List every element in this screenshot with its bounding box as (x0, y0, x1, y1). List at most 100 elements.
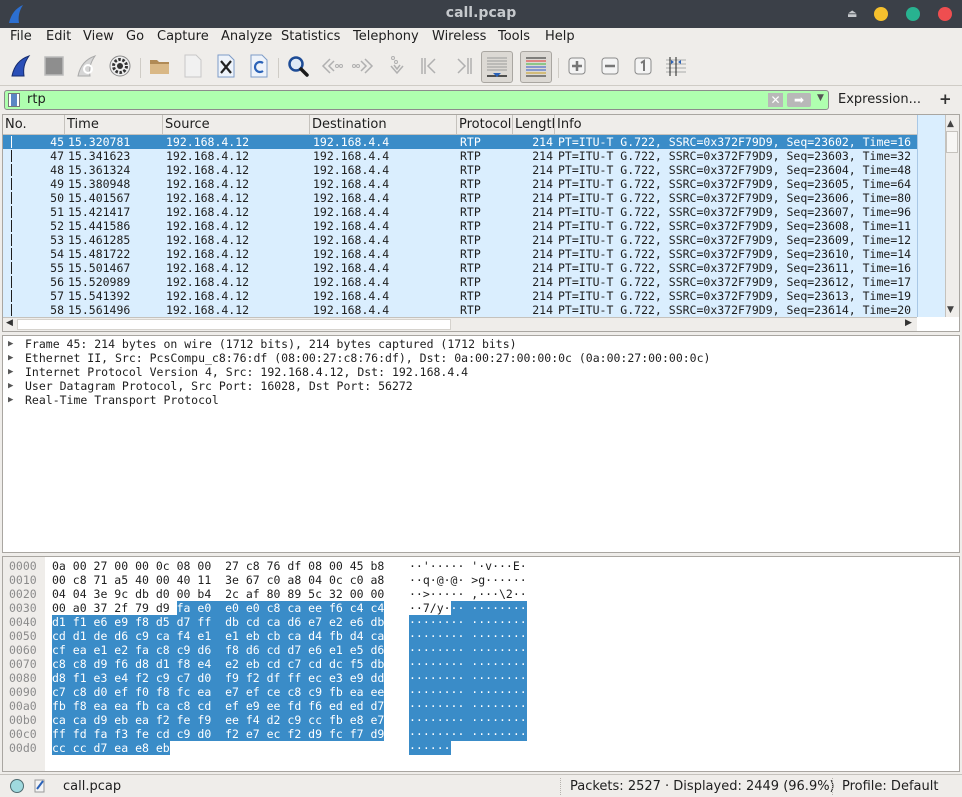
save-file-button[interactable] (179, 52, 207, 80)
ascii-bytes[interactable]: ··q·@·@· >g······ (409, 573, 527, 587)
byte-row[interactable]: 0040 d1 f1 e6 e9 f8 d5 d7 ff db cd ca d6 … (3, 615, 703, 629)
packet-row[interactable]: 50 15.401567 192.168.4.12 192.168.4.4 RTP 214… (3, 191, 917, 205)
byte-row[interactable]: 0020 04 04 3e 9c db d0 00 b4 2c af 80 89 … (3, 587, 703, 601)
normal-size-button[interactable] (629, 52, 657, 80)
packet-list-vertical-scrollbar[interactable]: ▲ ▼ (917, 115, 959, 317)
close-button[interactable] (938, 7, 952, 21)
minimize-button[interactable] (874, 7, 888, 21)
expand-arrow-icon[interactable]: ▶ (8, 337, 13, 351)
go-first-packet-button[interactable] (416, 52, 444, 80)
hex-bytes[interactable]: d1 f1 e6 e9 f8 d5 d7 ff db cd ca d6 e7 e… (52, 615, 385, 629)
display-filter-input[interactable]: rtp ✕ ➡ ▼ (4, 90, 829, 110)
packet-row[interactable]: 57 15.541392 192.168.4.12 192.168.4.4 RTP 214… (3, 289, 917, 303)
restart-capture-button[interactable] (73, 52, 101, 80)
close-file-button[interactable] (212, 52, 240, 80)
reload-file-button[interactable] (245, 52, 273, 80)
hex-bytes[interactable]: 00 a0 37 2f 79 d9 fa e0 e0 e0 c8 ca ee f… (52, 601, 385, 615)
menu-analyze[interactable]: Analyze (221, 29, 272, 44)
maximize-button[interactable] (906, 7, 920, 21)
resize-columns-button[interactable] (662, 52, 690, 80)
hex-bytes[interactable]: c7 c8 d0 ef f0 f8 fc ea e7 ef ce c8 c9 f… (52, 685, 385, 699)
zoom-out-button[interactable] (596, 52, 624, 80)
add-filter-button[interactable]: + (939, 90, 952, 108)
ascii-bytes[interactable]: ··7/y··· ········ (409, 601, 527, 615)
packet-row[interactable]: 45 15.320781 192.168.4.12 192.168.4.4 RTP 214… (3, 135, 917, 149)
ascii-bytes[interactable]: ········ ········ (409, 713, 527, 727)
horizontal-scrollbar-thumb[interactable] (17, 319, 451, 330)
byte-row[interactable]: 0070 c8 c8 d9 f6 d8 d1 f8 e4 e2 eb cd c7 … (3, 657, 703, 671)
zoom-in-button[interactable] (563, 52, 591, 80)
expand-arrow-icon[interactable]: ▶ (8, 379, 13, 393)
column-info[interactable]: Info (555, 115, 917, 135)
hex-bytes[interactable]: ff fd fa f3 fe cd c9 d0 f2 e7 ec f2 d9 f… (52, 727, 385, 741)
menu-tools[interactable]: Tools (498, 29, 530, 44)
packet-list-horizontal-scrollbar[interactable]: ◀ ▶ (3, 317, 917, 331)
menu-help[interactable]: Help (545, 29, 575, 44)
byte-row[interactable]: 00d0 cc cc d7 ea e8 eb ······ (3, 741, 703, 755)
colorize-button[interactable] (520, 51, 552, 83)
byte-row[interactable]: 00c0 ff fd fa f3 fe cd c9 d0 f2 e7 ec f2 … (3, 727, 703, 741)
menu-file[interactable]: File (10, 29, 32, 44)
expression-button[interactable]: Expression... (838, 92, 921, 107)
start-capture-button[interactable] (7, 52, 35, 80)
byte-row[interactable]: 0000 0a 00 27 00 00 0c 08 00 27 c8 76 df … (3, 559, 703, 573)
byte-row[interactable]: 00a0 fb f8 ea ea fb ca c8 cd ef e9 ee fd … (3, 699, 703, 713)
hex-bytes[interactable]: ca ca d9 eb ea f2 fe f9 ee f4 d2 c9 cc f… (52, 713, 385, 727)
column-protocol[interactable]: Protocol (457, 115, 513, 135)
go-to-packet-button[interactable] (383, 52, 411, 80)
menu-telephony[interactable]: Telephony (353, 29, 419, 44)
menu-go[interactable]: Go (126, 29, 144, 44)
hex-bytes[interactable]: fb f8 ea ea fb ca c8 cd ef e9 ee fd f6 e… (52, 699, 385, 713)
find-packet-button[interactable] (284, 52, 312, 80)
scrollbar-thumb[interactable] (946, 131, 958, 153)
expand-arrow-icon[interactable]: ▶ (8, 351, 13, 365)
stop-capture-button[interactable] (40, 52, 68, 80)
column-destination[interactable]: Destination (310, 115, 457, 135)
display-filter-value[interactable]: rtp (27, 92, 46, 107)
hex-bytes[interactable]: 0a 00 27 00 00 0c 08 00 27 c8 76 df 08 0… (52, 559, 384, 573)
byte-row[interactable]: 0010 00 c8 71 a5 40 00 40 11 3e 67 c0 a8 … (3, 573, 703, 587)
packet-row[interactable]: 54 15.481722 192.168.4.12 192.168.4.4 RTP 214… (3, 247, 917, 261)
capture-options-button[interactable] (106, 52, 134, 80)
column-length[interactable]: Length (513, 115, 555, 135)
column-time[interactable]: Time (65, 115, 163, 135)
hex-bytes[interactable]: cc cc d7 ea e8 eb (52, 741, 170, 755)
menu-capture[interactable]: Capture (157, 29, 209, 44)
hex-bytes[interactable]: 00 c8 71 a5 40 00 40 11 3e 67 c0 a8 04 0… (52, 573, 384, 587)
expand-arrow-icon[interactable]: ▶ (8, 393, 13, 407)
byte-row[interactable]: 0030 00 a0 37 2f 79 d9 fa e0 e0 e0 c8 ca … (3, 601, 703, 615)
menu-view[interactable]: View (83, 29, 114, 44)
byte-row[interactable]: 0080 d8 f1 e3 e4 f2 c9 c7 d0 f9 f2 df ff … (3, 671, 703, 685)
capture-comment-icon[interactable] (34, 778, 46, 793)
scroll-up-arrow-icon[interactable]: ▲ (947, 119, 954, 129)
column-no[interactable]: No. (3, 115, 65, 135)
bookmark-icon[interactable] (8, 93, 20, 107)
byte-row[interactable]: 00b0 ca ca d9 eb ea f2 fe f9 ee f4 d2 c9 … (3, 713, 703, 727)
ascii-bytes[interactable]: ··'····· '·v···E· (409, 559, 527, 573)
go-forward-button[interactable] (350, 52, 378, 80)
menu-wireless[interactable]: Wireless (432, 29, 486, 44)
expert-info-led-icon[interactable] (10, 779, 24, 793)
status-profile[interactable]: Profile: Default (842, 779, 938, 794)
expand-arrow-icon[interactable]: ▶ (8, 365, 13, 379)
byte-row[interactable]: 0060 cf ea e1 e2 fa c8 c9 d6 f8 d6 cd d7 … (3, 643, 703, 657)
packet-row[interactable]: 49 15.380948 192.168.4.12 192.168.4.4 RTP 214… (3, 177, 917, 191)
packet-row[interactable]: 52 15.441586 192.168.4.12 192.168.4.4 RTP 214… (3, 219, 917, 233)
hex-bytes[interactable]: 04 04 3e 9c db d0 00 b4 2c af 80 89 5c 3… (52, 587, 384, 601)
ascii-bytes[interactable]: ········ ········ (409, 685, 527, 699)
packet-row[interactable]: 58 15.561496 192.168.4.12 192.168.4.4 RTP 214… (3, 303, 917, 317)
byte-row[interactable]: 0050 cd d1 de d6 c9 ca f4 e1 e1 eb cb ca … (3, 629, 703, 643)
go-last-packet-button[interactable] (449, 52, 477, 80)
go-back-button[interactable] (317, 52, 345, 80)
ascii-bytes[interactable]: ········ ········ (409, 629, 527, 643)
hex-bytes[interactable]: d8 f1 e3 e4 f2 c9 c7 d0 f9 f2 df ff ec e… (52, 671, 385, 685)
ascii-bytes[interactable]: ········ ········ (409, 727, 527, 741)
ascii-bytes[interactable]: ········ ········ (409, 657, 527, 671)
packet-row[interactable]: 51 15.421417 192.168.4.12 192.168.4.4 RTP 214… (3, 205, 917, 219)
column-source[interactable]: Source (163, 115, 310, 135)
byte-row[interactable]: 0090 c7 c8 d0 ef f0 f8 fc ea e7 ef ce c8 … (3, 685, 703, 699)
packet-row[interactable]: 48 15.361324 192.168.4.12 192.168.4.4 RTP 214… (3, 163, 917, 177)
clear-filter-icon[interactable]: ✕ (768, 93, 783, 107)
shade-icon[interactable]: ⏏ (847, 7, 857, 20)
packet-row[interactable]: 53 15.461285 192.168.4.12 192.168.4.4 RTP 214… (3, 233, 917, 247)
